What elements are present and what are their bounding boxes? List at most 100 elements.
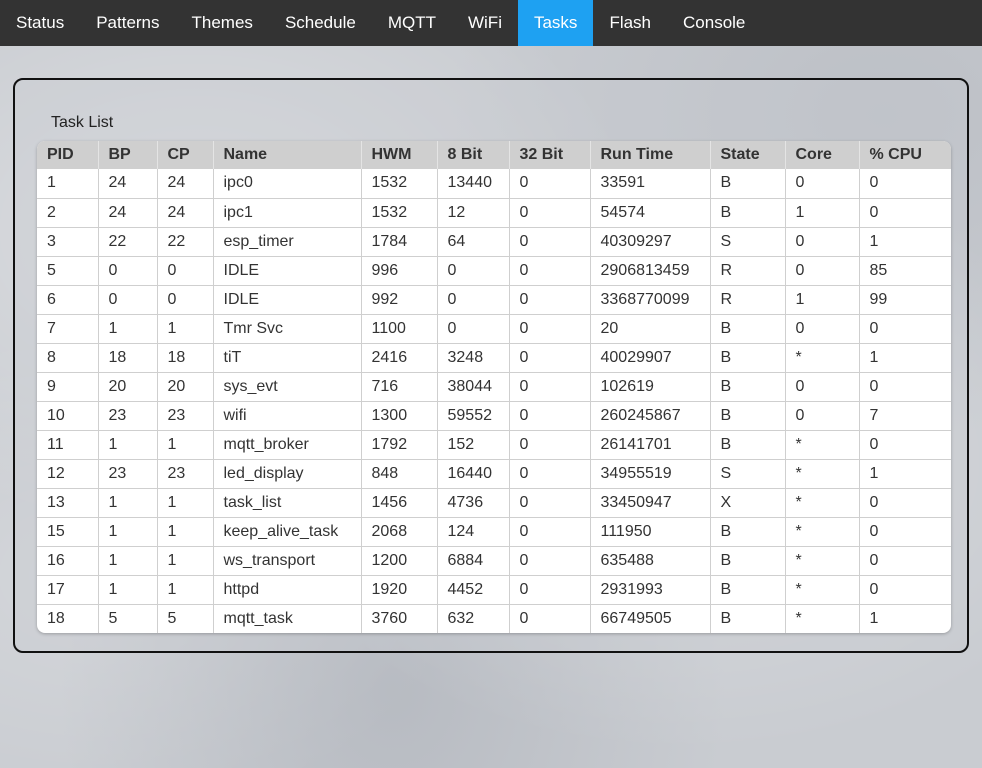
table-cell: 102619 [590,371,711,401]
table-cell: 1784 [361,226,438,256]
table-cell: esp_timer [213,226,362,256]
table-cell: 33450947 [590,487,711,517]
table-cell: 1 [785,284,860,314]
table-cell: 0 [509,169,591,198]
nav-item-tasks[interactable]: Tasks [517,0,594,46]
table-cell: 15 [37,516,99,546]
nav-item-wifi[interactable]: WiFi [452,0,518,46]
top-nav-bar: Status Patterns Themes Schedule MQTT WiF… [0,0,982,46]
table-cell: 0 [859,516,951,546]
nav-item-mqtt[interactable]: MQTT [372,0,452,46]
nav-item-patterns[interactable]: Patterns [80,0,175,46]
nav-item-flash[interactable]: Flash [593,0,667,46]
table-cell: keep_alive_task [213,516,362,546]
table-row: 7 1 1 Tmr Svc 1100 0 0 20 B 0 0 [37,313,951,343]
table-cell: 23 [157,400,214,430]
table-cell: 1456 [361,487,438,517]
table-cell: 0 [859,487,951,517]
table-row: 18 5 5 mqtt_task 3760 632 0 66749505 B * 1 [37,603,951,633]
table-row: 3 22 22 esp_timer 1784 64 0 40309297 S 0 1 [37,226,951,256]
table-cell: 0 [98,255,158,285]
table-cell: 24 [157,169,214,198]
table-cell: 2931993 [590,574,711,604]
table-cell: 0 [859,197,951,227]
table-cell: 24 [98,169,158,198]
table-cell: 54574 [590,197,711,227]
table-cell: 0 [509,487,591,517]
table-cell: 152 [437,429,510,459]
table-cell: 64 [437,226,510,256]
table-cell: B [710,197,786,227]
table-cell: B [710,516,786,546]
table-cell: 0 [859,313,951,343]
table-cell: 24 [98,197,158,227]
table-cell: 996 [361,255,438,285]
table-cell: 1532 [361,197,438,227]
column-header: CP [157,141,214,169]
table-cell: 635488 [590,545,711,575]
table-cell: 0 [859,371,951,401]
table-cell: 3368770099 [590,284,711,314]
table-cell: 0 [437,313,510,343]
table-cell: 124 [437,516,510,546]
table-cell: IDLE [213,284,362,314]
table-cell: 1 [98,545,158,575]
table-cell: 1 [98,429,158,459]
table-cell: 1 [157,574,214,604]
table-cell: 26141701 [590,429,711,459]
table-cell: 716 [361,371,438,401]
table-cell: 4452 [437,574,510,604]
table-cell: 0 [869,174,879,192]
table-cell: 23 [98,458,158,488]
table-cell: X [710,487,786,517]
table-cell: 1 [859,458,951,488]
table-cell: B [710,603,786,633]
table-cell: 16440 [437,458,510,488]
table-cell: 0 [859,545,951,575]
nav-item-status[interactable]: Status [0,0,80,46]
table-cell: 33591 [590,169,711,198]
table-cell: B [710,429,786,459]
table-cell: 0 [785,313,860,343]
nav-item-schedule[interactable]: Schedule [269,0,372,46]
table-cell: 1 [37,169,99,198]
table-cell: * [785,545,860,575]
table-row: 1 24 24 ipc0 1532 13440 0 33591 B 0 0 [37,169,951,198]
table-cell: * [785,516,860,546]
table-cell: * [785,458,860,488]
nav-item-themes[interactable]: Themes [176,0,269,46]
table-cell: B [710,342,786,372]
table-row: 11 1 1 mqtt_broker 1792 152 0 26141701 B * 0 [37,429,951,459]
column-header: Name [213,141,362,169]
table-cell: 0 [437,255,510,285]
table-cell: 20 [157,371,214,401]
table-cell: task_list [213,487,362,517]
table-cell: 0 [98,284,158,314]
table-cell: 6 [37,284,99,314]
task-table-container: PID BP CP Name HWM 8 Bit 32 Bit Run Time State Co… [37,141,951,633]
table-cell: 848 [361,458,438,488]
table-cell: 17 [37,574,99,604]
table-row: 12 23 23 led_display 848 16440 0 34955519 S * 1 [37,458,951,488]
nav-item-console[interactable]: Console [667,0,761,46]
table-cell: 0 [157,284,214,314]
table-cell: 0 [785,255,860,285]
table-cell: 5 [98,603,158,633]
table-cell: 0 [509,342,591,372]
table-cell: 0 [509,603,591,633]
table-cell: 20 [590,313,711,343]
table-cell: 5 [157,603,214,633]
table-cell: 9 [37,371,99,401]
table-cell: 1100 [361,313,438,343]
table-cell: 18 [37,603,99,633]
table-cell: S [710,458,786,488]
table-cell: 1 [98,313,158,343]
task-list-panel: Task List PID BP CP Name HWM 8 Bit 32 Bit Run T… [13,78,969,653]
column-header: % CPU [859,141,951,169]
table-row: 17 1 1 httpd 1920 4452 0 2931993 B * 0 [37,574,951,604]
table-cell: 0 [509,371,591,401]
table-cell: httpd [213,574,362,604]
column-header: 8 Bit [437,141,510,169]
table-row: 6 0 0 IDLE 992 0 0 3368770099 R 1 99 [37,284,951,314]
table-cell: 6884 [437,545,510,575]
